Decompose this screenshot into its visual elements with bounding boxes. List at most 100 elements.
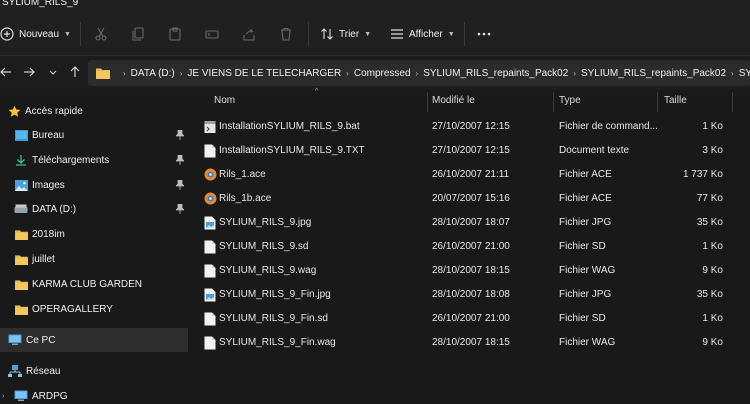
table-row[interactable]: SYLIUM_RILS_9.wag 28/10/2007 18:15 Fichi… xyxy=(193,259,750,283)
file-size: 77 Ko xyxy=(696,193,723,204)
toolbar-divider xyxy=(80,22,81,46)
arrow-up-icon xyxy=(69,65,81,81)
folder-icon xyxy=(14,252,28,266)
sort-indicator-icon: ^ xyxy=(315,88,319,95)
document-icon xyxy=(204,312,216,326)
sidebar-item-images[interactable]: Images xyxy=(0,173,188,197)
pin-icon[interactable] xyxy=(175,154,185,165)
chevron-down-icon: ▼ xyxy=(364,30,372,38)
breadcrumb-item[interactable]: JE VIENS DE LE TELECHARGER xyxy=(187,68,341,79)
file-size: 9 Ko xyxy=(702,337,723,348)
column-divider[interactable] xyxy=(553,92,554,112)
back-button[interactable] xyxy=(0,56,18,90)
chevron-right-icon: › xyxy=(179,68,183,78)
column-header-size[interactable]: Taille xyxy=(664,95,687,106)
up-button[interactable] xyxy=(63,56,87,90)
file-modified: 26/10/2007 21:00 xyxy=(432,313,510,324)
ace-icon xyxy=(204,192,217,206)
column-divider[interactable] xyxy=(732,92,733,112)
column-header-modified[interactable]: Modifié le xyxy=(432,95,475,106)
sidebar-item-bureau[interactable]: Bureau xyxy=(0,123,188,147)
ace-icon xyxy=(204,168,217,182)
sort-button-label: Trier xyxy=(339,28,360,40)
pin-icon[interactable] xyxy=(175,129,185,140)
table-row[interactable]: SYLIUM_RILS_9_Fin.jpg 28/10/2007 18:08 F… xyxy=(193,283,750,307)
file-modified: 27/10/2007 12:15 xyxy=(432,121,510,132)
view-button[interactable]: Afficher ▼ xyxy=(390,12,455,56)
sort-button[interactable]: Trier ▼ xyxy=(320,12,371,56)
sidebar-item-label: Images xyxy=(32,179,65,191)
sidebar-item-network[interactable]: Réseau xyxy=(0,359,188,383)
breadcrumb-item[interactable]: SYLIUM_RILS_repaints_Pack02 xyxy=(423,68,568,79)
sidebar-item-juillet[interactable]: juillet xyxy=(0,247,188,271)
column-header-name[interactable]: Nom xyxy=(214,95,235,106)
address-bar-row: › DATA (D:) › JE VIENS DE LE TELECHARGER… xyxy=(0,56,750,90)
column-divider[interactable] xyxy=(427,92,428,112)
pin-icon[interactable] xyxy=(175,179,185,190)
chevron-right-icon: › xyxy=(346,68,349,78)
new-button[interactable]: Nouveau ▼ xyxy=(0,12,71,56)
table-row[interactable]: SYLIUM_RILS_9_Fin.wag 28/10/2007 18:15 F… xyxy=(193,331,750,355)
navigation-pane: Accès rapide Bureau Téléchargements Imag… xyxy=(0,90,188,404)
view-button-label: Afficher xyxy=(409,28,443,40)
breadcrumb[interactable]: › DATA (D:) › JE VIENS DE LE TELECHARGER… xyxy=(88,60,750,86)
table-row[interactable]: InstallationSYLIUM_RILS_9.TXT 27/10/2007… xyxy=(193,139,750,163)
sidebar-item-2018im[interactable]: 2018im xyxy=(0,222,188,246)
sidebar-item-this-pc[interactable]: Ce PC xyxy=(0,328,188,352)
arrow-right-icon xyxy=(23,66,35,81)
recent-locations-button[interactable] xyxy=(41,56,65,90)
rename-button[interactable] xyxy=(205,12,219,56)
column-header-row: ^ Nom Modifié le Type Taille xyxy=(193,88,750,112)
sidebar-item-label: juillet xyxy=(32,253,55,265)
drive-icon xyxy=(14,202,28,216)
cut-button[interactable] xyxy=(94,12,108,56)
table-row[interactable]: InstallationSYLIUM_RILS_9.bat 27/10/2007… xyxy=(193,115,750,139)
table-row[interactable]: SYLIUM_RILS_9.sd 26/10/2007 21:00 Fichie… xyxy=(193,235,750,259)
folder-icon xyxy=(14,277,28,291)
sidebar-item-ardpg[interactable]: › ARDPG xyxy=(0,384,188,404)
folder-icon xyxy=(14,302,28,316)
file-type: Fichier WAG xyxy=(559,265,616,276)
breadcrumb-item[interactable]: SYLIUM_RILS_repaints_Pack02 xyxy=(581,68,726,79)
bat-icon xyxy=(204,120,216,134)
share-icon xyxy=(242,27,256,41)
breadcrumb-item[interactable]: SYLIUM_RILS_9 xyxy=(739,68,750,79)
table-row[interactable]: SYLIUM_RILS_9_Fin.sd 26/10/2007 21:00 Fi… xyxy=(193,307,750,331)
more-options-button[interactable] xyxy=(476,12,492,56)
column-header-type[interactable]: Type xyxy=(559,95,581,106)
file-size: 1 Ko xyxy=(702,241,723,252)
sidebar-item-karma-club-garden[interactable]: KARMA CLUB GARDEN xyxy=(0,272,188,296)
table-row[interactable]: SYLIUM_RILS_9.jpg 28/10/2007 18:07 Fichi… xyxy=(193,211,750,235)
sidebar-item-telechargements[interactable]: Téléchargements xyxy=(0,148,188,172)
breadcrumb-item[interactable]: DATA (D:) xyxy=(131,68,175,79)
breadcrumb-item[interactable]: Compressed xyxy=(354,68,411,79)
download-icon xyxy=(14,153,28,167)
paste-button[interactable] xyxy=(168,12,182,56)
document-icon xyxy=(204,264,216,278)
copy-button[interactable] xyxy=(131,12,145,56)
pin-icon[interactable] xyxy=(175,203,185,214)
forward-button[interactable] xyxy=(17,56,41,90)
sidebar-item-data-drive[interactable]: DATA (D:) xyxy=(0,197,188,221)
column-divider[interactable] xyxy=(657,92,658,112)
sidebar-item-operagallery[interactable]: OPERAGALLERY xyxy=(0,297,188,321)
table-row[interactable]: Rils_1.ace 26/10/2007 21:11 Fichier ACE … xyxy=(193,163,750,187)
delete-button[interactable] xyxy=(279,12,293,56)
file-modified: 26/10/2007 21:11 xyxy=(432,169,510,180)
file-modified: 20/07/2007 15:16 xyxy=(432,193,510,204)
plus-circle-icon xyxy=(0,27,14,41)
file-size: 3 Ko xyxy=(702,145,723,156)
table-row[interactable]: Rils_1b.ace 20/07/2007 15:16 Fichier ACE… xyxy=(193,187,750,211)
chevron-right-icon[interactable]: › xyxy=(2,393,4,400)
sidebar-item-quick-access[interactable]: Accès rapide xyxy=(0,99,188,123)
file-type: Fichier de command... xyxy=(559,121,658,132)
share-button[interactable] xyxy=(242,12,256,56)
computer-icon xyxy=(14,389,28,403)
file-size: 9 Ko xyxy=(702,265,723,276)
scissors-icon xyxy=(94,27,108,41)
sidebar-item-label: Ce PC xyxy=(26,334,56,346)
file-type: Fichier ACE xyxy=(559,169,612,180)
sidebar-item-label: OPERAGALLERY xyxy=(32,303,113,315)
file-modified: 28/10/2007 18:07 xyxy=(432,217,510,228)
sidebar-item-label: DATA (D:) xyxy=(32,203,77,215)
